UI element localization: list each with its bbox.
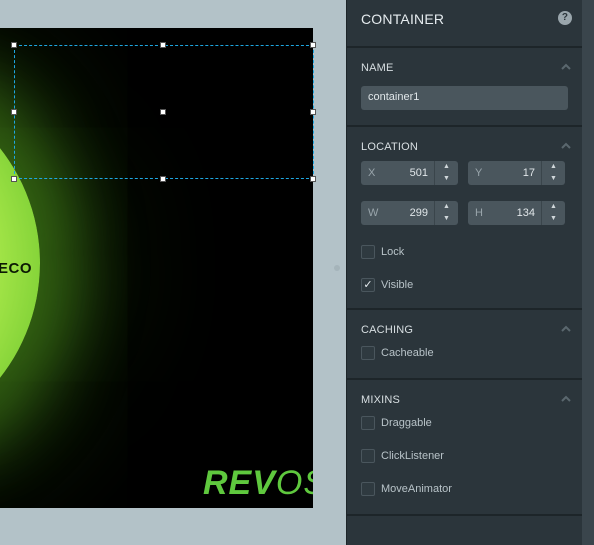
inspector-panel: CONTAINER ? NAME container1 LOCATION X 5…: [346, 0, 582, 545]
mixins-section: MIXINS Draggable ClickListener MoveAnima…: [347, 380, 582, 516]
location-section-header[interactable]: LOCATION: [347, 127, 582, 157]
moveanimator-label: MoveAnimator: [381, 482, 452, 495]
lock-option[interactable]: Lock: [347, 235, 582, 268]
clicklistener-checkbox[interactable]: [361, 448, 375, 463]
lock-checkbox[interactable]: [361, 244, 375, 259]
y-field[interactable]: Y 17 ▲ ▼: [468, 161, 565, 185]
y-value[interactable]: 17: [523, 167, 535, 179]
visible-label: Visible: [381, 278, 414, 291]
resize-handle-left[interactable]: [11, 109, 17, 115]
name-section-header[interactable]: NAME: [347, 48, 582, 78]
w-value[interactable]: 299: [410, 207, 428, 219]
chevron-up-icon[interactable]: [560, 140, 572, 152]
resize-handle-top-right[interactable]: [310, 42, 316, 48]
resize-handle-bottom[interactable]: [160, 176, 166, 182]
h-stepper[interactable]: ▲ ▼: [541, 201, 565, 225]
h-label: H: [475, 207, 483, 219]
x-label: X: [368, 167, 376, 179]
cacheable-label: Cacheable: [381, 346, 434, 359]
stepper-up-icon[interactable]: ▲: [435, 201, 458, 213]
clicklistener-label: ClickListener: [381, 449, 444, 462]
resize-handle-right[interactable]: [310, 109, 316, 115]
lock-label: Lock: [381, 245, 405, 258]
resize-handle-top[interactable]: [160, 42, 166, 48]
y-label: Y: [475, 167, 483, 179]
mixin-moveanimator[interactable]: MoveAnimator: [347, 472, 582, 505]
draggable-checkbox[interactable]: [361, 415, 375, 430]
stepper-up-icon[interactable]: ▲: [435, 161, 458, 173]
moveanimator-checkbox[interactable]: [361, 481, 375, 496]
panel-title: CONTAINER: [361, 11, 445, 27]
stepper-down-icon[interactable]: ▼: [435, 213, 458, 225]
panel-resize-grip[interactable]: [334, 265, 340, 271]
w-label: W: [368, 207, 379, 219]
x-stepper[interactable]: ▲ ▼: [434, 161, 458, 185]
help-icon[interactable]: ?: [558, 11, 572, 25]
revos-logo: REVOS: [203, 464, 313, 503]
location-section: LOCATION X 501 ▲ ▼ Y 17 ▲ ▼ W 299 ▲ ▼ H 134: [347, 127, 582, 310]
cacheable-option[interactable]: Cacheable: [347, 336, 582, 369]
resize-handle-top-left[interactable]: [11, 42, 17, 48]
visible-option[interactable]: ✓ Visible: [347, 268, 582, 301]
stepper-up-icon[interactable]: ▲: [542, 161, 565, 173]
mixin-draggable[interactable]: Draggable: [347, 406, 582, 439]
panel-header: CONTAINER ?: [347, 0, 582, 48]
chevron-up-icon[interactable]: [560, 323, 572, 335]
logo-os: OS: [275, 464, 313, 502]
chevron-up-icon[interactable]: [560, 393, 572, 405]
caching-section: CACHING Cacheable: [347, 310, 582, 380]
x-value[interactable]: 501: [410, 167, 428, 179]
stepper-down-icon[interactable]: ▼: [542, 213, 565, 225]
h-value[interactable]: 134: [517, 207, 535, 219]
visible-checkbox[interactable]: ✓: [361, 277, 375, 292]
panel-scrollbar[interactable]: [582, 0, 594, 545]
center-handle[interactable]: [160, 109, 166, 115]
mixin-clicklistener[interactable]: ClickListener: [347, 439, 582, 472]
name-section: NAME container1: [347, 48, 582, 127]
stepper-down-icon[interactable]: ▼: [435, 173, 458, 185]
resize-handle-bottom-right[interactable]: [310, 176, 316, 182]
w-stepper[interactable]: ▲ ▼: [434, 201, 458, 225]
chevron-up-icon[interactable]: [560, 61, 572, 73]
x-field[interactable]: X 501 ▲ ▼: [361, 161, 458, 185]
draggable-label: Draggable: [381, 416, 432, 429]
stepper-down-icon[interactable]: ▼: [542, 173, 565, 185]
name-input[interactable]: container1: [361, 86, 568, 110]
eco-label: ECO: [0, 260, 33, 277]
w-field[interactable]: W 299 ▲ ▼: [361, 201, 458, 225]
y-stepper[interactable]: ▲ ▼: [541, 161, 565, 185]
cacheable-checkbox[interactable]: [361, 345, 375, 360]
h-field[interactable]: H 134 ▲ ▼: [468, 201, 565, 225]
stepper-up-icon[interactable]: ▲: [542, 201, 565, 213]
resize-handle-bottom-left[interactable]: [11, 176, 17, 182]
logo-rev: REV: [203, 464, 276, 502]
